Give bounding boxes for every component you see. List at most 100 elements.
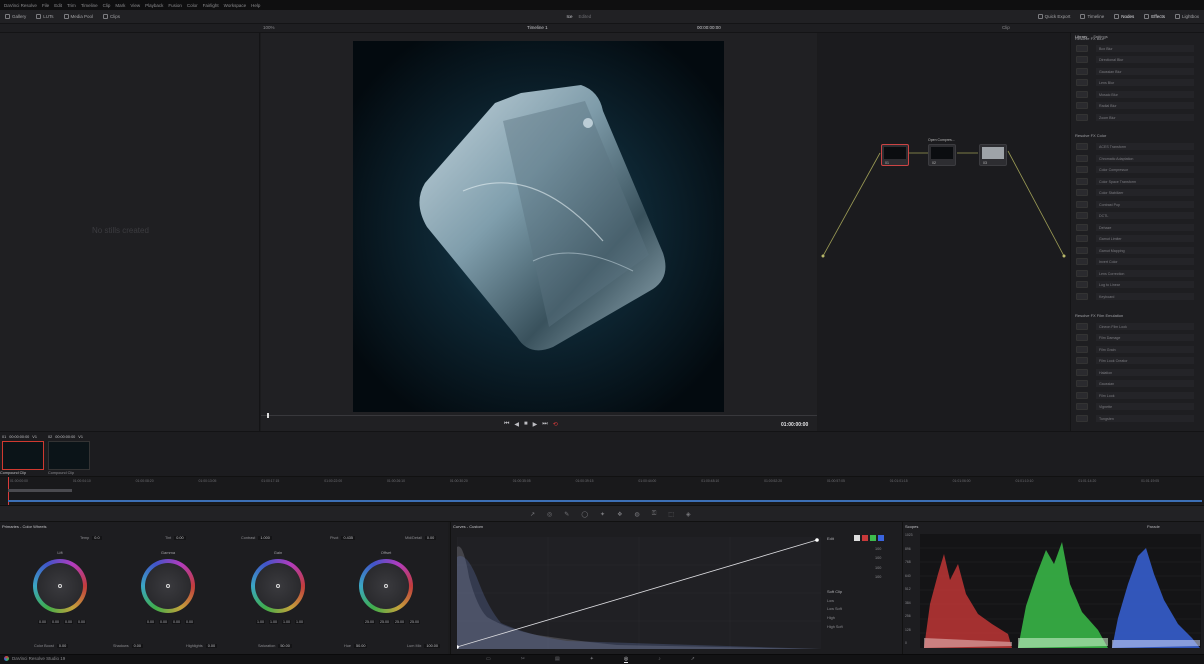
fx-item[interactable]: Gaussian Blur	[1076, 67, 1194, 76]
fx-item[interactable]: Halation	[1076, 368, 1194, 377]
fx-item[interactable]: Radial Blur	[1076, 101, 1194, 110]
fx-item[interactable]: Log to Linear	[1076, 280, 1194, 289]
fx-item[interactable]: Color Compressor	[1076, 165, 1194, 174]
gallery-button[interactable]: Gallery	[0, 10, 31, 23]
media-page-icon[interactable]: ▭	[486, 656, 491, 663]
curves-graph[interactable]	[457, 537, 821, 649]
color-page-icon[interactable]: ◎	[623, 656, 629, 663]
clip-thumbnail-02[interactable]	[48, 441, 90, 470]
menu-item[interactable]: Fusion	[168, 3, 182, 8]
3d-tool-icon[interactable]: ◈	[686, 511, 691, 518]
menu-item[interactable]: Help	[251, 3, 260, 8]
fx-item[interactable]: Dehaze	[1076, 223, 1194, 232]
quick-export-button[interactable]: Quick Export	[1033, 10, 1076, 23]
fx-item[interactable]: Film Damage	[1076, 333, 1194, 342]
fx-item[interactable]: Tungsten	[1076, 414, 1194, 423]
mini-timeline[interactable]: 01:00:00:00 01:00:04:10 01:00:08:20 01:00:1…	[0, 476, 1204, 505]
channel-b-value[interactable]: 100	[875, 575, 881, 579]
reverse-icon[interactable]: ◀	[514, 421, 519, 428]
highlights-param[interactable]: Highlights 0.00	[186, 644, 218, 648]
viewer-scrubber[interactable]	[261, 415, 817, 416]
scrubber-playhead[interactable]	[267, 413, 269, 418]
warper-tool-icon[interactable]: ◎	[547, 511, 552, 518]
key-tool-icon[interactable]: ⚿	[652, 511, 657, 518]
node-03[interactable]: 03	[979, 144, 1007, 166]
menu-item[interactable]: Workspace	[224, 3, 246, 8]
fx-item[interactable]: Directional Blur	[1076, 55, 1194, 64]
saturation-param[interactable]: Saturation 50.00	[258, 644, 292, 648]
timeline-panel-button[interactable]: Timeline	[1075, 10, 1109, 23]
fx-item[interactable]: Chromatic Adaptation	[1076, 154, 1194, 163]
menu-item[interactable]: Timeline	[81, 3, 98, 8]
fx-item[interactable]: Lens Correction	[1076, 269, 1194, 278]
lift-puck[interactable]	[58, 584, 62, 588]
gain-wheel[interactable]	[251, 559, 305, 613]
menu-item[interactable]: View	[130, 3, 140, 8]
nodes-button[interactable]: Nodes	[1109, 10, 1139, 23]
media-pool-button[interactable]: Media Pool	[59, 10, 99, 23]
fx-item[interactable]: DCTL	[1076, 211, 1194, 220]
channel-g-value[interactable]: 100	[875, 566, 881, 570]
window-tool-icon[interactable]: ◯	[581, 511, 588, 518]
timeline-clip-bar[interactable]	[8, 489, 72, 492]
menu-item[interactable]: Playback	[145, 3, 163, 8]
menu-item[interactable]: File	[42, 3, 49, 8]
channel-r-value[interactable]: 100	[875, 556, 881, 560]
loop-icon[interactable]: ⟲	[553, 421, 558, 428]
contrast-param[interactable]: Contrast 1.000	[241, 536, 272, 540]
qualifier-tool-icon[interactable]: ✎	[564, 511, 569, 518]
edit-page-icon[interactable]: ▤	[555, 656, 560, 663]
fx-item[interactable]: Film Look Creator	[1076, 356, 1194, 365]
soft-clip-high[interactable]: High	[827, 616, 835, 620]
menu-item[interactable]: Trim	[67, 3, 76, 8]
offset-puck[interactable]	[384, 584, 388, 588]
temp-param[interactable]: Temp 0.0	[80, 536, 102, 540]
fx-item[interactable]: Keyboard	[1076, 292, 1194, 301]
hue-param[interactable]: Hue 50.00	[344, 644, 368, 648]
menu-item[interactable]: DaVinci Resolve	[4, 3, 37, 8]
gamma-wheel[interactable]	[141, 559, 195, 613]
offset-wheel[interactable]	[359, 559, 413, 613]
lift-wheel[interactable]	[33, 559, 87, 613]
lightbox-button[interactable]: Lightbox	[1170, 10, 1204, 23]
cut-page-icon[interactable]: ✂	[521, 656, 525, 663]
timeline-dropdown[interactable]: Timeline 1	[527, 25, 548, 30]
channel-y-value[interactable]: 100	[875, 547, 881, 551]
channel-g-toggle[interactable]	[870, 535, 876, 541]
play-icon[interactable]: ▶	[533, 421, 538, 428]
fx-item[interactable]: Color Stabilizer	[1076, 188, 1194, 197]
fx-item[interactable]: Invert Color	[1076, 257, 1194, 266]
tracker-tool-icon[interactable]: ✦	[600, 511, 605, 518]
sizing-tool-icon[interactable]: ⬚	[668, 511, 674, 518]
fx-item[interactable]: Zoom Blur	[1076, 113, 1194, 122]
lum-mix-param[interactable]: Lum Mix 100.00	[407, 644, 440, 648]
node-01[interactable]: 01	[881, 144, 909, 166]
fx-item[interactable]: Lens Blur	[1076, 78, 1194, 87]
soft-clip-low-soft[interactable]: Low Soft	[827, 607, 842, 611]
shadows-param[interactable]: Shadows 0.00	[113, 644, 144, 648]
fx-item[interactable]: ACES Transform	[1076, 142, 1194, 151]
clip-dropdown[interactable]: Clip	[1002, 25, 1010, 30]
fx-item[interactable]: Color Space Transform	[1076, 177, 1194, 186]
fx-item[interactable]: Box Blur	[1076, 44, 1194, 53]
fx-item[interactable]: Mosaic Blur	[1076, 90, 1194, 99]
menu-item[interactable]: Color	[187, 3, 198, 8]
fx-item[interactable]: Gamut Mapping	[1076, 246, 1194, 255]
menu-item[interactable]: Fairlight	[203, 3, 219, 8]
channel-y-toggle[interactable]	[854, 535, 860, 541]
soft-clip-low[interactable]: Low	[827, 599, 834, 603]
node-02[interactable]: 02	[928, 144, 956, 166]
channel-b-toggle[interactable]	[878, 535, 884, 541]
soft-clip-high-soft[interactable]: High Soft	[827, 625, 843, 629]
menu-item[interactable]: Edit	[54, 3, 62, 8]
fx-item[interactable]: Film Grain	[1076, 345, 1194, 354]
zoom-dropdown[interactable]: 100%	[263, 25, 275, 30]
luts-button[interactable]: LUTs	[31, 10, 58, 23]
color-boost-param[interactable]: Color Boost 0.00	[34, 644, 69, 648]
mid-detail-param[interactable]: Mid/Detail 0.00	[405, 536, 437, 540]
channel-r-toggle[interactable]	[862, 535, 868, 541]
blur-tool-icon[interactable]: ◍	[634, 511, 639, 518]
gamma-puck[interactable]	[166, 584, 170, 588]
effects-button[interactable]: Effects	[1139, 10, 1170, 23]
fx-item[interactable]: Gamut Limiter	[1076, 234, 1194, 243]
